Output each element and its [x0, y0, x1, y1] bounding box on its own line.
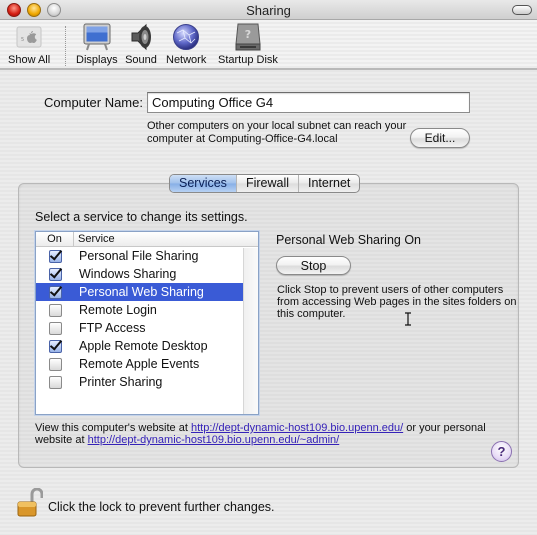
- toolbar: 5 Show All Displays Sound Network ? Star…: [0, 20, 537, 70]
- service-checkbox[interactable]: [48, 357, 62, 371]
- service-row[interactable]: Personal Web Sharing: [36, 283, 244, 301]
- service-name: Personal Web Sharing: [79, 285, 204, 299]
- toolbar-displays[interactable]: Displays: [76, 22, 118, 66]
- service-checkbox[interactable]: [48, 321, 62, 335]
- service-checkbox-cell: [36, 285, 74, 299]
- computer-name-help: Other computers on your local subnet can…: [147, 120, 417, 146]
- service-row[interactable]: Personal File Sharing: [36, 247, 244, 265]
- services-list: On Service Personal File Sharing Windows …: [35, 231, 259, 415]
- tab-firewall[interactable]: Firewall: [237, 175, 299, 192]
- service-name: Remote Apple Events: [79, 357, 200, 371]
- toolbar-label: Startup Disk: [218, 54, 278, 66]
- toolbar-label: Network: [166, 54, 207, 66]
- service-name: Remote Login: [79, 303, 157, 317]
- service-name: Apple Remote Desktop: [79, 339, 208, 353]
- toolbar-show-all[interactable]: 5 Show All: [8, 22, 50, 66]
- svg-text:5: 5: [21, 37, 24, 43]
- service-status-description: Click Stop to prevent users of other com…: [277, 284, 517, 320]
- toolbar-network[interactable]: Network: [166, 22, 206, 66]
- service-checkbox-cell: [36, 321, 74, 335]
- tab-services[interactable]: Services: [170, 175, 237, 192]
- services-list-header: On Service: [36, 232, 258, 247]
- service-row[interactable]: Printer Sharing: [36, 373, 244, 391]
- toolbar-toggle-button[interactable]: [512, 5, 532, 15]
- service-name: FTP Access: [79, 321, 146, 335]
- service-row[interactable]: Remote Login: [36, 301, 244, 319]
- toolbar-label: Sound: [125, 54, 157, 66]
- service-checkbox[interactable]: [48, 375, 62, 389]
- service-checkbox[interactable]: [48, 249, 62, 263]
- svg-text:?: ?: [245, 28, 251, 41]
- column-header-on[interactable]: On: [36, 232, 74, 246]
- service-checkbox[interactable]: [48, 285, 62, 299]
- service-row[interactable]: FTP Access: [36, 319, 244, 337]
- lock-icon[interactable]: [15, 488, 43, 518]
- toolbar-label: Displays: [76, 54, 118, 66]
- website-text: View this computer's website at: [35, 422, 191, 434]
- service-checkbox[interactable]: [48, 339, 62, 353]
- toolbar-separator: [65, 26, 66, 66]
- network-globe-icon: [170, 22, 202, 52]
- service-checkbox-cell: [36, 267, 74, 281]
- service-row[interactable]: Apple Remote Desktop: [36, 337, 244, 355]
- stop-button[interactable]: Stop: [276, 256, 351, 275]
- service-checkbox[interactable]: [48, 267, 62, 281]
- toolbar-label: Show All: [8, 54, 51, 66]
- service-name: Windows Sharing: [79, 267, 177, 281]
- service-name: Personal File Sharing: [79, 249, 199, 263]
- service-checkbox-cell: [36, 303, 74, 317]
- toolbar-startup-disk[interactable]: ? Startup Disk: [218, 22, 278, 66]
- lock-message: Click the lock to prevent further change…: [48, 500, 275, 514]
- services-rows: Personal File Sharing Windows Sharing Pers…: [36, 247, 258, 391]
- computer-website-link[interactable]: http://dept-dynamic-host109.bio.upenn.ed…: [191, 422, 403, 434]
- computer-name-input[interactable]: [147, 92, 470, 113]
- service-checkbox-cell: [36, 339, 74, 353]
- toolbar-sound[interactable]: Sound: [125, 22, 157, 66]
- hard-disk-icon: ?: [232, 22, 264, 52]
- window-title: Sharing: [246, 3, 291, 18]
- apple-grid-icon: 5: [13, 22, 45, 52]
- service-status-title: Personal Web Sharing On: [276, 233, 421, 247]
- select-service-instruction: Select a service to change its settings.: [35, 210, 248, 224]
- service-checkbox-cell: [36, 249, 74, 263]
- service-name: Printer Sharing: [79, 375, 163, 389]
- website-info: View this computer's website at http://d…: [35, 422, 505, 446]
- help-button[interactable]: ?: [491, 441, 512, 462]
- display-icon: [81, 22, 113, 52]
- service-checkbox-cell: [36, 357, 74, 371]
- speaker-icon: [125, 22, 157, 52]
- service-checkbox[interactable]: [48, 303, 62, 317]
- help-line: computer at Computing-Office-G4.local: [147, 133, 338, 145]
- service-row[interactable]: Remote Apple Events: [36, 355, 244, 373]
- service-row[interactable]: Windows Sharing: [36, 265, 244, 283]
- tab-bar: Services Firewall Internet: [169, 174, 361, 193]
- text-cursor-icon: [405, 312, 411, 326]
- personal-website-link[interactable]: http://dept-dynamic-host109.bio.upenn.ed…: [88, 434, 340, 446]
- edit-button[interactable]: Edit...: [410, 128, 470, 148]
- help-line: Other computers on your local subnet can…: [147, 120, 407, 132]
- service-checkbox-cell: [36, 375, 74, 389]
- title-bar: Sharing: [0, 0, 537, 20]
- services-scrollbar[interactable]: [243, 248, 258, 414]
- column-header-service[interactable]: Service: [74, 232, 115, 246]
- tab-internet[interactable]: Internet: [299, 175, 359, 192]
- computer-name-label: Computer Name:: [44, 95, 143, 110]
